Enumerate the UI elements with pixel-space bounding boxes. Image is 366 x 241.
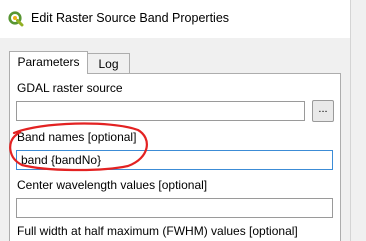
parameters-pane: GDAL raster source ... Band names [optio…	[9, 73, 341, 241]
browse-button[interactable]: ...	[312, 100, 334, 122]
gdal-source-label: GDAL raster source	[17, 81, 123, 95]
tab-log[interactable]: Log	[88, 53, 130, 74]
qgis-icon	[8, 11, 24, 27]
window-title: Edit Raster Source Band Properties	[31, 11, 230, 25]
window-titlebar: Edit Raster Source Band Properties	[0, 0, 350, 38]
fwhm-label: Full width at half maximum (FWHM) values…	[17, 224, 298, 238]
center-wavelength-input[interactable]	[16, 198, 333, 218]
tab-parameters[interactable]: Parameters	[9, 51, 88, 74]
band-names-label: Band names [optional]	[17, 130, 137, 144]
center-wavelength-label: Center wavelength values [optional]	[17, 178, 208, 192]
dialog-body: Parameters Log GDAL raster source ... Ba…	[0, 38, 350, 241]
gdal-source-input[interactable]	[16, 101, 305, 121]
band-names-input[interactable]: band {bandNo}	[16, 150, 333, 170]
side-panel-edge	[350, 0, 366, 241]
